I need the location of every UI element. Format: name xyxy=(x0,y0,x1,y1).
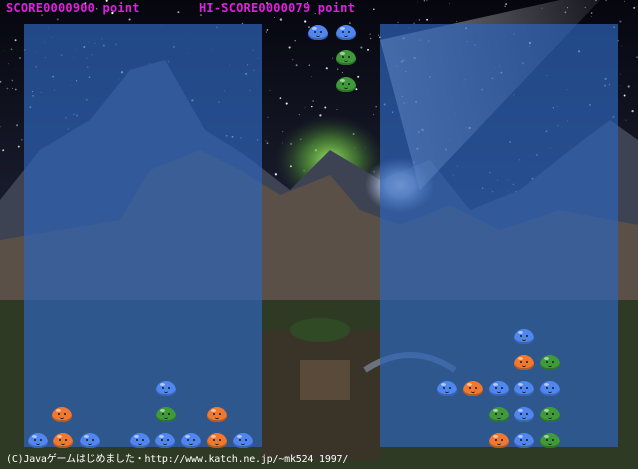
left-blue-blob xyxy=(233,433,253,448)
right-orange-blob xyxy=(514,355,534,370)
right-blue-blob xyxy=(514,433,534,448)
right-green-blob xyxy=(540,407,560,422)
left-blue-blob xyxy=(28,433,48,448)
right-green-blob xyxy=(489,407,509,422)
left-orange-blob xyxy=(207,433,227,448)
left-blue-blob xyxy=(156,381,176,396)
hi-score-display: HI-SCORE0000079 point xyxy=(199,1,355,15)
right-green-blob xyxy=(540,355,560,370)
left-green-blob xyxy=(156,407,176,422)
left-blue-blob xyxy=(181,433,201,448)
player-well-left[interactable] xyxy=(24,24,262,447)
left-orange-blob xyxy=(53,433,73,448)
falling-blue-blob xyxy=(308,25,328,40)
right-blue-blob xyxy=(540,381,560,396)
right-blue-blob xyxy=(514,329,534,344)
copyright-credit: (C)Javaゲームはじめました・http://www.katch.ne.jp/… xyxy=(6,454,349,465)
right-blue-blob xyxy=(437,381,457,396)
score-display: SCORE0000900 point xyxy=(6,1,140,15)
game-stage[interactable]: SCORE0000900 point HI-SCORE0000079 point… xyxy=(0,0,638,469)
left-blue-blob xyxy=(155,433,175,448)
falling-green-blob xyxy=(336,50,356,65)
right-orange-blob xyxy=(463,381,483,396)
falling-green-blob xyxy=(336,77,356,92)
right-blue-blob xyxy=(489,381,509,396)
right-blue-blob xyxy=(514,407,534,422)
left-blue-blob xyxy=(80,433,100,448)
falling-blue-blob xyxy=(336,25,356,40)
right-orange-blob xyxy=(489,433,509,448)
left-orange-blob xyxy=(207,407,227,422)
left-blue-blob xyxy=(130,433,150,448)
right-blue-blob xyxy=(514,381,534,396)
right-green-blob xyxy=(540,433,560,448)
left-orange-blob xyxy=(52,407,72,422)
